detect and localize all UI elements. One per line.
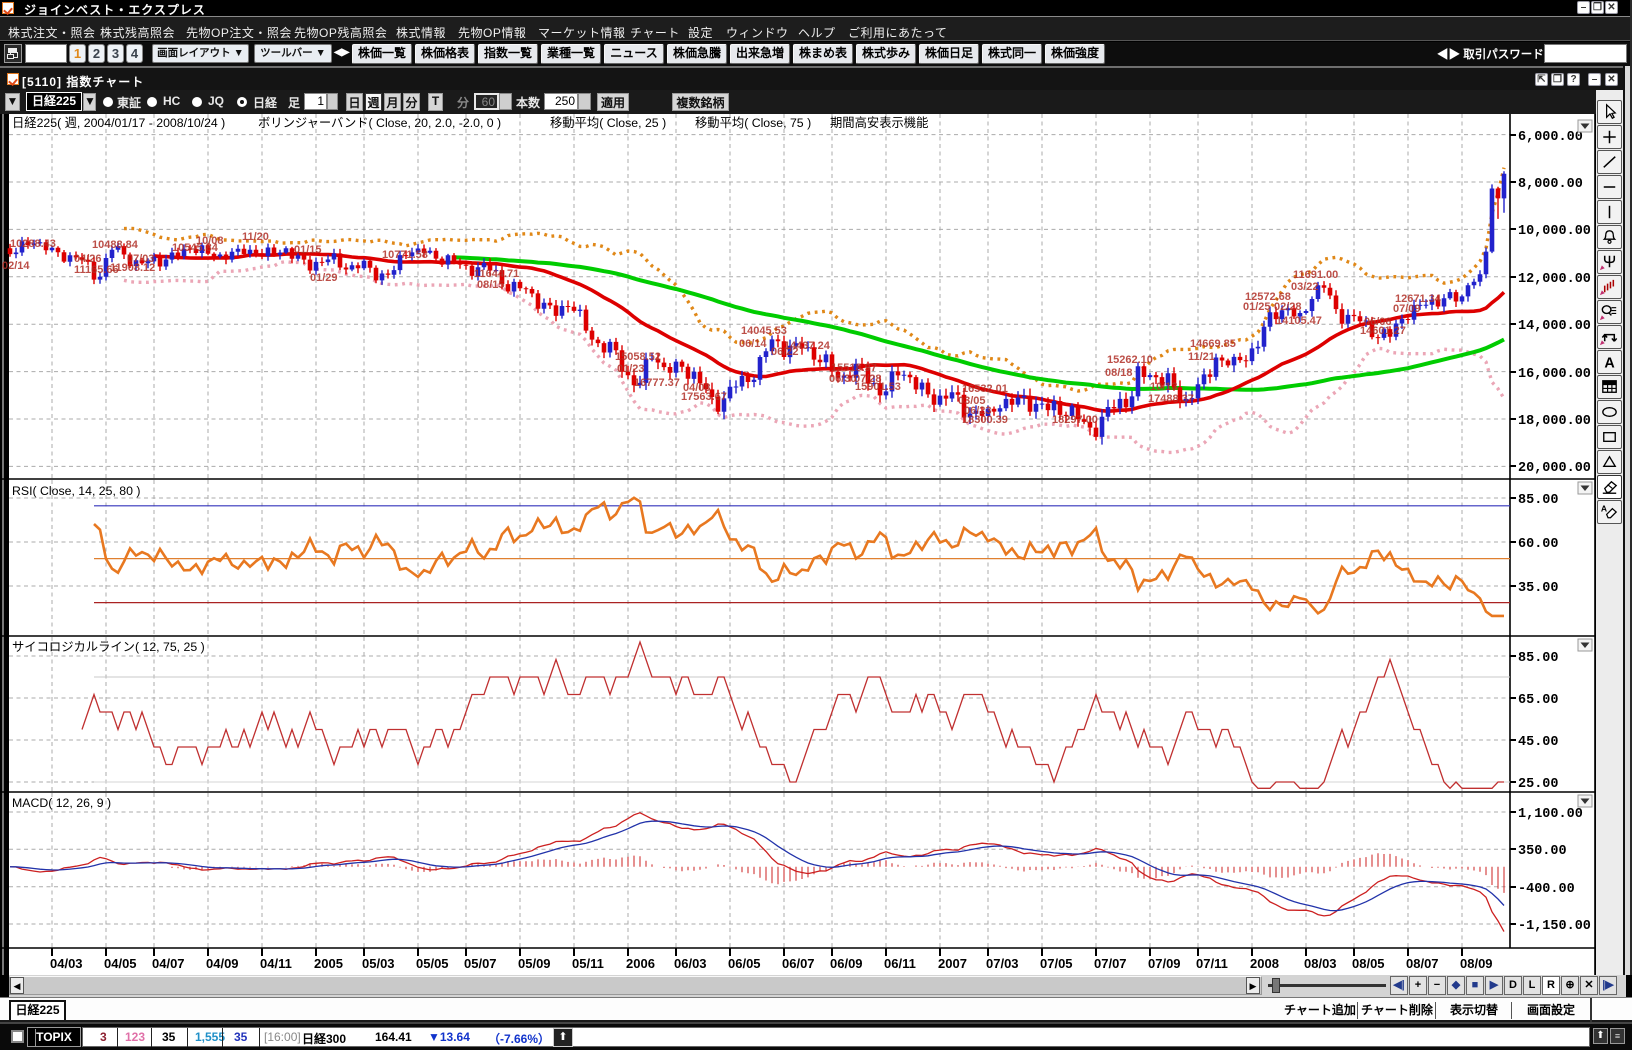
svg-text:2005: 2005 [314, 956, 343, 971]
svg-text:10488.84: 10488.84 [92, 239, 139, 251]
svg-text:サイコロジカルライン( 12, 75, 25 ): サイコロジカルライン( 12, 75, 25 ) [12, 640, 205, 654]
svg-text:14669.85: 14669.85 [1190, 338, 1236, 350]
svg-text:10/13: 10/13 [1150, 381, 1178, 393]
svg-text:14,000.00: 14,000.00 [1518, 319, 1591, 334]
svg-text:01/29: 01/29 [310, 272, 338, 284]
svg-text:16,000.00: 16,000.00 [1518, 367, 1591, 382]
svg-text:10,000.00: 10,000.00 [1518, 224, 1591, 239]
svg-text:05/09: 05/09 [518, 956, 551, 971]
svg-text:18300.39: 18300.39 [962, 414, 1008, 426]
svg-text:10771.58: 10771.58 [382, 249, 428, 261]
svg-text:25.00: 25.00 [1518, 777, 1559, 792]
svg-text:11908.12: 11908.12 [110, 262, 155, 274]
svg-text:17563.67: 17563.67 [681, 391, 727, 403]
svg-text:2007: 2007 [938, 956, 967, 971]
svg-text:85.00: 85.00 [1518, 493, 1559, 508]
svg-text:15901.53: 15901.53 [855, 381, 901, 393]
svg-text:04/09: 04/09 [206, 956, 239, 971]
svg-text:11691.00: 11691.00 [1293, 269, 1338, 281]
svg-text:06/03: 06/03 [674, 956, 707, 971]
svg-text:MACD( 12, 26, 9 ): MACD( 12, 26, 9 ) [12, 796, 111, 810]
svg-text:12,000.00: 12,000.00 [1518, 272, 1591, 287]
svg-text:2008: 2008 [1250, 956, 1279, 971]
svg-text:14105.47: 14105.47 [1276, 315, 1322, 327]
svg-text:04/05: 04/05 [104, 956, 137, 971]
svg-text:03/22: 03/22 [1291, 281, 1319, 293]
svg-text:65.00: 65.00 [1518, 693, 1559, 708]
svg-text:04/11: 04/11 [260, 956, 292, 971]
svg-text:02/28: 02/28 [1274, 301, 1302, 313]
svg-text:08/09: 08/09 [1460, 956, 1493, 971]
svg-text:RSI( Close, 14, 25, 80 ): RSI( Close, 14, 25, 80 ) [12, 484, 141, 498]
svg-text:02/14: 02/14 [2, 260, 30, 272]
svg-text:06/11: 06/11 [884, 956, 916, 971]
svg-text:08/18: 08/18 [1105, 367, 1133, 379]
svg-text:05/11: 05/11 [572, 956, 604, 971]
svg-text:60.00: 60.00 [1518, 537, 1559, 552]
svg-text:16777.37: 16777.37 [634, 377, 680, 389]
svg-text:14045.53: 14045.53 [741, 325, 787, 337]
svg-text:07/05: 07/05 [1040, 956, 1073, 971]
svg-text:06/07: 06/07 [782, 956, 815, 971]
svg-text:350.00: 350.00 [1518, 844, 1567, 859]
svg-text:15262.10: 15262.10 [1107, 354, 1153, 366]
svg-text:A: A [1604, 355, 1614, 371]
svg-text:06/06: 06/06 [1364, 316, 1392, 328]
svg-text:35.00: 35.00 [1518, 581, 1559, 596]
svg-text:-400.00: -400.00 [1518, 882, 1575, 897]
svg-text:07/03: 07/03 [986, 956, 1019, 971]
svg-text:07/09: 07/09 [1148, 956, 1181, 971]
svg-text:06/05: 06/05 [728, 956, 761, 971]
svg-text:45.00: 45.00 [1518, 735, 1559, 750]
svg-text:10288.43: 10288.43 [10, 238, 56, 250]
svg-text:01/25: 01/25 [1243, 301, 1271, 313]
svg-text:06/30: 06/30 [829, 373, 857, 385]
svg-text:移動平均( Close, 25 ): 移動平均( Close, 25 ) [550, 116, 666, 130]
svg-text:11/21: 11/21 [1188, 351, 1215, 363]
svg-text:18,000.00: 18,000.00 [1518, 414, 1591, 429]
svg-text:1,100.00: 1,100.00 [1518, 807, 1583, 822]
svg-text:A: A [1601, 504, 1607, 514]
svg-text:8,000.00: 8,000.00 [1518, 177, 1583, 192]
svg-text:08/03: 08/03 [1304, 956, 1337, 971]
svg-text:04/07: 04/07 [152, 956, 185, 971]
svg-text:20,000.00: 20,000.00 [1518, 461, 1591, 476]
svg-text:01/23: 01/23 [617, 363, 645, 375]
svg-text:16532.01: 16532.01 [962, 383, 1008, 395]
svg-text:08/07: 08/07 [1406, 956, 1439, 971]
svg-text:17488.37: 17488.37 [1148, 393, 1194, 405]
svg-text:06/14: 06/14 [739, 338, 767, 350]
svg-text:ボリンジャーバンド( Close, 20, 2.0, -2.: ボリンジャーバンド( Close, 20, 2.0, -2.0, 0 ) [258, 116, 501, 130]
svg-text:01/15: 01/15 [294, 244, 322, 256]
svg-text:6,000.00: 6,000.00 [1518, 130, 1583, 145]
svg-text:07/07: 07/07 [1094, 956, 1127, 971]
svg-text:期間高安表示機能: 期間高安表示機能 [830, 115, 928, 130]
svg-text:85.00: 85.00 [1518, 651, 1559, 666]
svg-text:05/03: 05/03 [362, 956, 395, 971]
svg-text:11/20: 11/20 [242, 231, 269, 243]
svg-text:08/15: 08/15 [477, 279, 505, 291]
svg-text:-1,150.00: -1,150.00 [1518, 919, 1591, 934]
svg-text:05/07: 05/07 [464, 956, 497, 971]
svg-text:2006: 2006 [626, 956, 655, 971]
svg-text:07/09: 07/09 [1393, 303, 1421, 315]
svg-text:14437.24: 14437.24 [784, 340, 831, 352]
svg-text:18297.00: 18297.00 [1052, 414, 1098, 426]
svg-text:04/03: 04/03 [50, 956, 83, 971]
svg-text:05/05: 05/05 [416, 956, 449, 971]
svg-text:日経225( 週, 2004/01/17 - 2008/10: 日経225( 週, 2004/01/17 - 2008/10/24 ) [12, 116, 225, 130]
svg-text:15058.52: 15058.52 [615, 351, 661, 363]
svg-text:07/11: 07/11 [1196, 956, 1228, 971]
svg-text:06/09: 06/09 [830, 956, 863, 971]
svg-text:10/08: 10/08 [196, 235, 224, 247]
svg-text:08/05: 08/05 [1352, 956, 1385, 971]
svg-text:移動平均( Close, 75 ): 移動平均( Close, 75 ) [695, 116, 811, 130]
